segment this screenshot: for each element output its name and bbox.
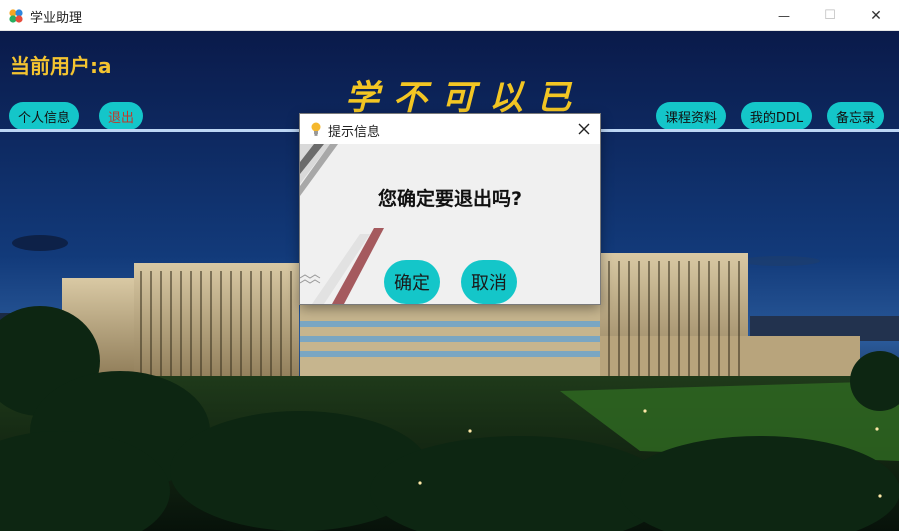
dialog-title: 提示信息 bbox=[328, 125, 381, 140]
close-window-button[interactable]: ✕ bbox=[853, 0, 899, 31]
close-icon bbox=[578, 123, 590, 135]
logout-button[interactable]: 退出 bbox=[99, 102, 143, 130]
current-user-label: 当前用户:a bbox=[10, 54, 112, 78]
window-titlebar: 学业助理 — ☐ ✕ bbox=[0, 0, 899, 31]
dialog-close-button[interactable] bbox=[574, 120, 594, 138]
confirm-button[interactable]: 确定 bbox=[384, 260, 440, 304]
dialog-message: 您确定要退出吗? bbox=[377, 188, 523, 210]
app-logo-icon bbox=[9, 9, 23, 23]
motto-banner: 学不可以已 bbox=[345, 78, 585, 118]
minimize-icon: — bbox=[778, 8, 790, 23]
dialog-titlebar: 提示信息 bbox=[300, 114, 600, 144]
minimize-button[interactable]: — bbox=[761, 0, 807, 31]
close-icon: ✕ bbox=[870, 7, 882, 24]
maximize-button[interactable]: ☐ bbox=[807, 0, 853, 31]
dialog-body: 您确定要退出吗? 确定 取消 bbox=[300, 144, 600, 304]
my-ddl-button[interactable]: 我的DDL bbox=[741, 102, 812, 130]
profile-button[interactable]: 个人信息 bbox=[9, 102, 79, 130]
lightbulb-icon bbox=[311, 122, 321, 136]
window-title: 学业助理 bbox=[30, 11, 83, 26]
cancel-button[interactable]: 取消 bbox=[461, 260, 517, 304]
dialog-decoration bbox=[300, 144, 384, 304]
course-materials-button[interactable]: 课程资料 bbox=[656, 102, 726, 130]
memo-button[interactable]: 备忘录 bbox=[827, 102, 884, 130]
maximize-icon: ☐ bbox=[824, 8, 836, 23]
logout-confirm-dialog: 提示信息 您确定要退出吗? 确定 取消 bbox=[300, 114, 600, 304]
